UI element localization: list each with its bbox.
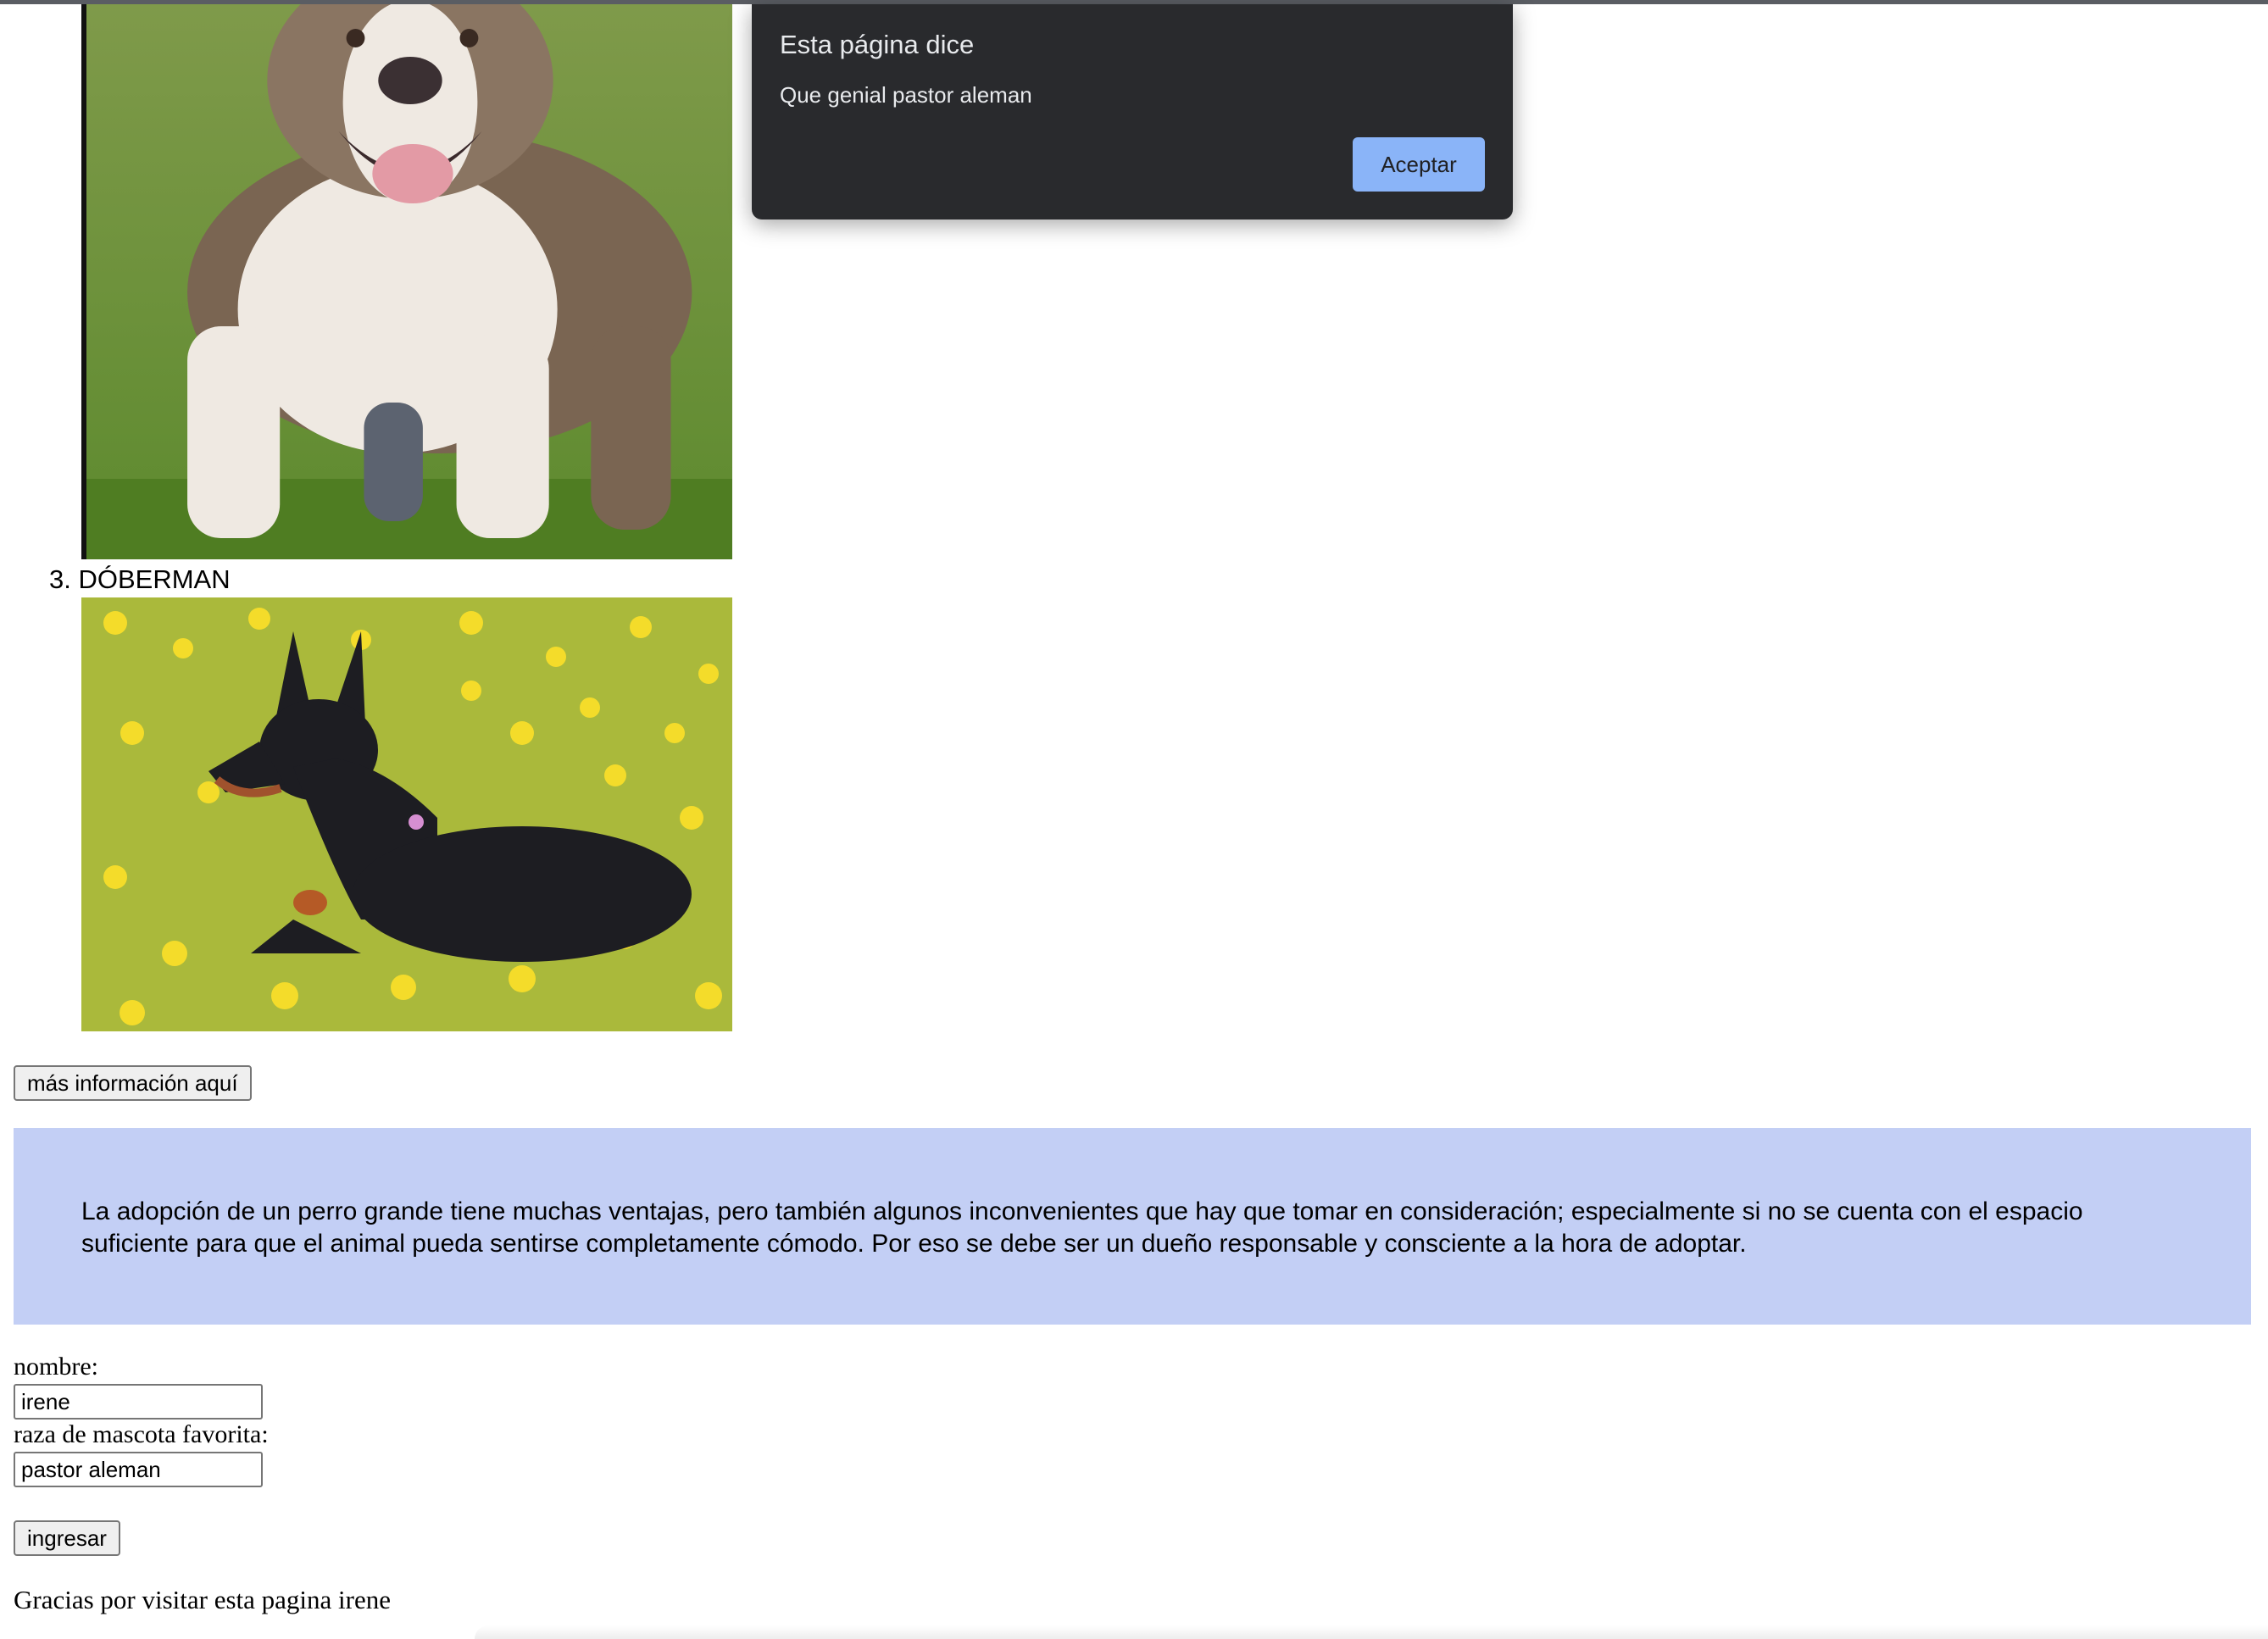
bully-dog-image bbox=[81, 4, 732, 559]
dialog-title: Esta página dice bbox=[780, 30, 975, 59]
list-item-doberman: 3. DÓBERMAN bbox=[49, 564, 231, 594]
doberman-dog-image bbox=[81, 597, 732, 1031]
adoption-info-text: La adopción de un perro grande tiene muc… bbox=[81, 1197, 2083, 1258]
bottom-shadow bbox=[475, 1625, 2268, 1639]
dialog-message: Que genial pastor aleman bbox=[780, 82, 1032, 108]
nombre-input[interactable] bbox=[14, 1384, 263, 1420]
raza-label: raza de mascota favorita: bbox=[14, 1420, 269, 1448]
accept-button[interactable]: Aceptar bbox=[1353, 137, 1485, 192]
alert-dialog: Esta página dice Que genial pastor alema… bbox=[752, 4, 1513, 219]
ingresar-button[interactable]: ingresar bbox=[14, 1520, 120, 1556]
doberman-dog-illustration bbox=[81, 597, 732, 1031]
nombre-label: nombre: bbox=[14, 1353, 98, 1381]
bully-dog-illustration bbox=[86, 4, 732, 559]
adoption-info-box: La adopción de un perro grande tiene muc… bbox=[14, 1128, 2251, 1325]
raza-input[interactable] bbox=[14, 1452, 263, 1487]
more-info-button[interactable]: más información aquí bbox=[14, 1065, 252, 1101]
thanks-message: Gracias por visitar esta pagina irene bbox=[14, 1585, 392, 1614]
